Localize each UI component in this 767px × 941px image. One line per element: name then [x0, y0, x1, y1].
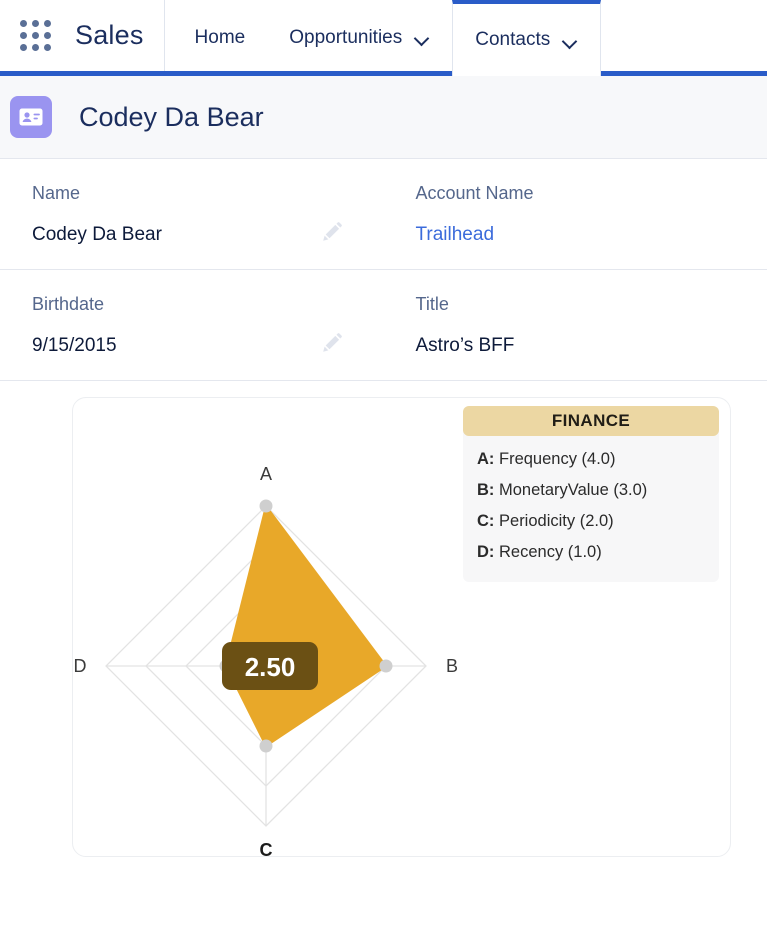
legend-item-key: A:	[477, 450, 495, 468]
pencil-icon[interactable]	[320, 222, 342, 244]
axis-label-C: C	[260, 840, 273, 857]
axis-label-A: A	[260, 464, 272, 484]
legend-item-text: Recency (1.0)	[494, 543, 602, 561]
app-zone: Sales	[0, 0, 165, 71]
field-value: Astro’s BFF	[415, 335, 515, 356]
field-row: Birthdate 9/15/2015 Title Astro’s BFF	[0, 270, 767, 381]
axis-label-D: D	[74, 656, 87, 676]
chart-tooltip-value: 2.50	[245, 652, 296, 682]
legend-item: A: Frequency (4.0)	[463, 444, 719, 475]
record-detail-fields: Name Codey Da Bear Account Name Trailhea…	[0, 159, 767, 381]
field-value-link[interactable]: Trailhead	[416, 224, 767, 246]
legend-item-text: Frequency (4.0)	[494, 450, 616, 468]
page-title: Codey Da Bear	[79, 101, 264, 132]
legend-item: C: Periodicity (2.0)	[463, 506, 719, 537]
nav-tab-home-label: Home	[194, 26, 246, 48]
chart-legend: FINANCE A: Frequency (4.0) B: MonetaryVa…	[463, 406, 719, 582]
field-birthdate: Birthdate 9/15/2015	[0, 294, 384, 357]
legend-item-text: MonetaryValue (3.0)	[494, 481, 648, 499]
legend-item-text: Periodicity (2.0)	[494, 512, 614, 530]
contact-card-icon	[10, 96, 52, 138]
nav-tab-home[interactable]: Home	[173, 0, 268, 71]
legend-item-key: C:	[477, 512, 495, 530]
field-title: Title Astro’s BFF	[384, 294, 767, 357]
field-label: Name	[32, 183, 81, 203]
legend-item: D: Recency (1.0)	[463, 537, 719, 568]
nav-tab-contacts-label: Contacts	[475, 29, 551, 50]
field-account-name: Account Name Trailhead	[384, 183, 767, 246]
nav-tab-opportunities[interactable]: Opportunities	[267, 0, 452, 71]
nav-tab-contacts[interactable]: Contacts	[452, 0, 602, 76]
legend-item-key: B:	[477, 481, 495, 499]
chevron-down-icon[interactable]	[415, 33, 430, 42]
legend-item-key: D:	[477, 543, 495, 561]
radar-data-point	[259, 499, 273, 513]
field-name: Name Codey Da Bear	[0, 183, 384, 246]
nav-tab-list: Home Opportunities Contacts	[165, 0, 602, 76]
legend-item: B: MonetaryValue (3.0)	[463, 475, 719, 506]
field-row: Name Codey Da Bear Account Name Trailhea…	[0, 159, 767, 270]
field-label: Birthdate	[32, 294, 105, 314]
nav-tab-opportunities-label: Opportunities	[289, 26, 403, 48]
chevron-down-icon[interactable]	[563, 36, 578, 45]
global-navigation-bar: Sales Home Opportunities Contacts	[0, 0, 767, 76]
field-label: Account Name	[415, 183, 534, 203]
nav-accent-rule	[0, 71, 767, 76]
chart-tooltip: 2.50	[222, 642, 318, 690]
radar-chart-card: A B C D 2.50 FINANCE A: Frequency (4.0) B: M…	[72, 397, 731, 857]
app-name-label[interactable]: Sales	[75, 20, 144, 51]
radar-data-point	[379, 659, 393, 673]
radar-data-polygon	[224, 503, 388, 748]
legend-title: FINANCE	[463, 406, 719, 436]
app-launcher-grid-icon[interactable]	[18, 18, 53, 53]
radar-data-point	[259, 739, 273, 753]
chart-section: A B C D 2.50 FINANCE A: Frequency (4.0) B: M…	[0, 381, 767, 857]
axis-label-B: B	[446, 656, 458, 676]
record-header: Codey Da Bear	[0, 76, 767, 159]
pencil-icon[interactable]	[320, 333, 342, 355]
field-label: Title	[415, 294, 449, 314]
